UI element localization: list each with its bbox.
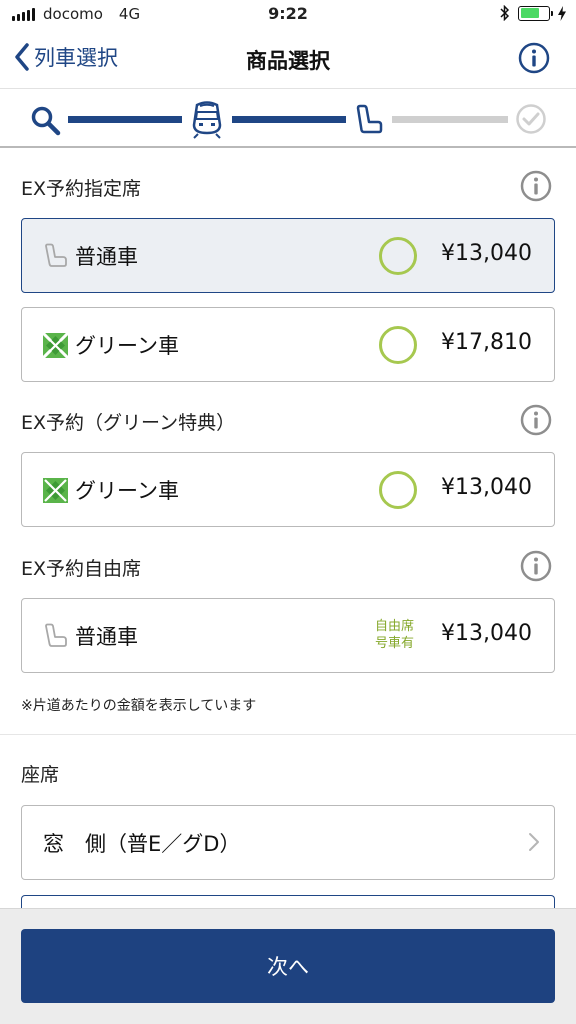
- selection-circle[interactable]: [379, 471, 417, 509]
- option-price: ¥17,810: [441, 330, 532, 355]
- info-circle-icon[interactable]: [520, 550, 552, 582]
- next-button[interactable]: 次へ: [21, 929, 555, 1003]
- seat-icon: [45, 243, 67, 267]
- section-label-non-reserved: EX予約自由席: [21, 558, 142, 580]
- seat-value: 窓 側（普E／グD）: [43, 832, 241, 856]
- seat-selector[interactable]: 窓 側（普E／グD）: [21, 805, 555, 880]
- option-label: 普通車: [75, 245, 138, 269]
- info-circle-icon[interactable]: [518, 42, 550, 74]
- price-note: ※片道あたりの金額を表示しています: [21, 698, 257, 714]
- option-non-reserved-ordinary[interactable]: 普通車 自由席 号車有 ¥13,040: [21, 598, 555, 673]
- bluetooth-icon: [500, 5, 510, 21]
- battery-level: [520, 8, 540, 18]
- selection-circle[interactable]: [379, 237, 417, 275]
- footer-bar: 次へ: [0, 908, 576, 1024]
- option-reserved-green[interactable]: グリーン車 ¥17,810: [21, 307, 555, 382]
- check-icon: [516, 104, 546, 134]
- option-price: ¥13,040: [441, 475, 532, 500]
- seat-icon: [356, 104, 383, 134]
- train-icon: [192, 101, 222, 139]
- nav-bar: 列車選択 商品選択: [0, 30, 576, 88]
- progress-line-1: [68, 116, 182, 123]
- section-label-green-benefit: EX予約（グリーン特典）: [21, 412, 236, 434]
- option-price: ¥13,040: [441, 621, 532, 646]
- search-icon: [31, 106, 61, 136]
- option-label: 普通車: [75, 625, 138, 649]
- chevron-right-icon: [529, 833, 539, 851]
- progress-line-3: [392, 116, 508, 123]
- step-progress: [0, 88, 576, 148]
- charging-icon: [558, 5, 566, 21]
- option-label: グリーン車: [75, 334, 179, 358]
- page-title: 商品選択: [246, 49, 330, 73]
- progress-line-2: [232, 116, 346, 123]
- availability-line-1: 自由席: [375, 619, 415, 634]
- seat-icon: [45, 623, 67, 647]
- option-benefit-green[interactable]: グリーン車 ¥13,040: [21, 452, 555, 527]
- green-car-icon: [43, 478, 68, 503]
- option-label: グリーン車: [75, 479, 179, 503]
- info-circle-icon[interactable]: [520, 170, 552, 202]
- selection-circle[interactable]: [379, 326, 417, 364]
- option-price: ¥13,040: [441, 241, 532, 266]
- option-reserved-ordinary[interactable]: 普通車 ¥13,040: [21, 218, 555, 293]
- info-circle-icon[interactable]: [520, 404, 552, 436]
- status-time: 9:22: [268, 4, 308, 23]
- battery-icon: [518, 5, 553, 21]
- status-right: [500, 5, 566, 21]
- status-bar: docomo 4G 9:22: [0, 0, 576, 30]
- availability-note: 自由席 号車有: [375, 618, 414, 652]
- seat-section-label: 座席: [21, 764, 60, 786]
- green-car-icon: [43, 333, 68, 358]
- section-label-reserved: EX予約指定席: [21, 178, 142, 200]
- product-list: EX予約指定席 普通車 ¥13,040 グリーン車 ¥17,810 EX予約（グ…: [0, 150, 576, 935]
- divider: [0, 734, 576, 735]
- availability-line-2: 号車有: [375, 636, 415, 651]
